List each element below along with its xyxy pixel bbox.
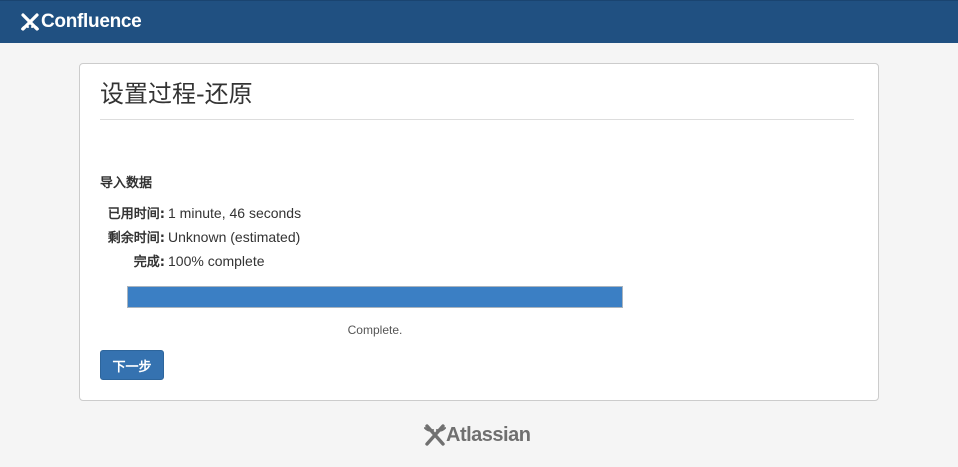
- progress-bar-fill: [128, 287, 622, 307]
- confluence-logo[interactable]: Confluence: [20, 10, 142, 34]
- elapsed-time-label: 已用时间:: [107, 207, 165, 222]
- brand-name: Confluence: [41, 11, 142, 32]
- remaining-time-label: 剩余时间:: [107, 231, 165, 246]
- next-button[interactable]: 下一步: [100, 350, 164, 380]
- section-heading: 导入数据: [100, 176, 153, 191]
- completion-value: 100% complete: [168, 253, 265, 269]
- page-title: 设置过程-还原: [100, 80, 253, 108]
- setup-panel: 设置过程-还原 导入数据 已用时间: 1 minute, 46 seconds 剩…: [79, 63, 879, 401]
- atlassian-name: Atlassian: [446, 423, 531, 446]
- completion-row: 完成: 100% complete: [80, 251, 265, 271]
- remaining-time-row: 剩余时间: Unknown (estimated): [80, 227, 300, 247]
- elapsed-time-value: 1 minute, 46 seconds: [168, 205, 302, 221]
- progress-status: Complete.: [347, 323, 403, 337]
- title-divider: [100, 119, 854, 120]
- progress-bar: [127, 286, 623, 308]
- atlassian-logo[interactable]: Atlassian: [424, 421, 531, 449]
- atlassian-x-icon: [424, 424, 446, 446]
- completion-label: 完成:: [133, 255, 165, 270]
- elapsed-time-row: 已用时间: 1 minute, 46 seconds: [80, 203, 301, 223]
- remaining-time-value: Unknown (estimated): [168, 229, 301, 245]
- top-bar: Confluence: [0, 0, 958, 43]
- confluence-x-icon: [21, 13, 39, 31]
